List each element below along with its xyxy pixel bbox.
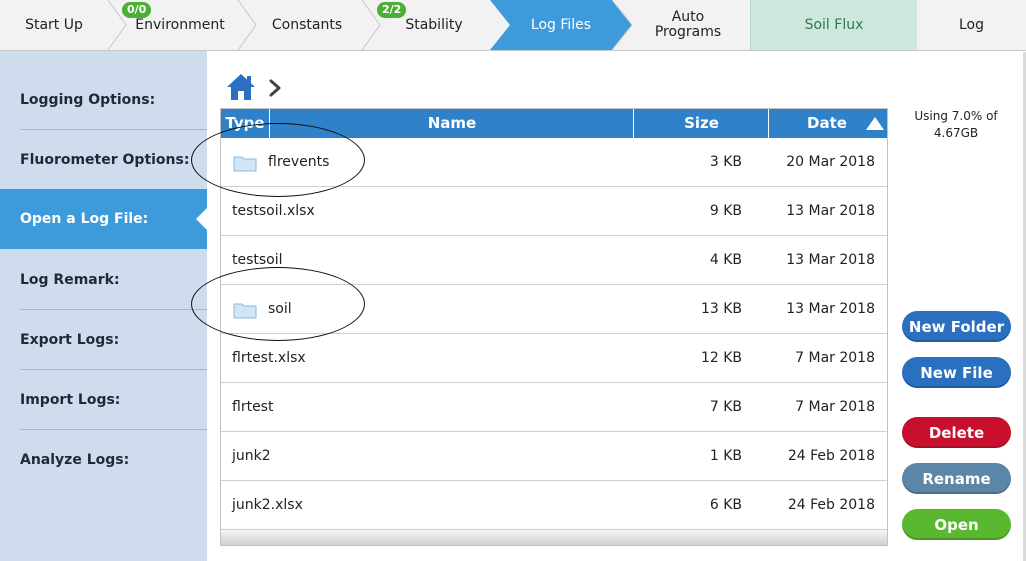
file-size: 13 KB [700, 301, 742, 317]
file-size: 3 KB [709, 154, 742, 170]
sidebar-item-label: Import Logs: [20, 392, 121, 408]
sidebar-item-logging-options[interactable]: Logging Options: [0, 70, 207, 130]
sidebar-item-label: Export Logs: [20, 332, 120, 348]
file-row[interactable]: junk2 1 KB 24 Feb 2018 [221, 432, 887, 481]
tab-soil-flux[interactable]: Soil Flux [750, 0, 917, 50]
sidebar-item-label: Log Remark: [20, 272, 120, 288]
file-name: flrtest.xlsx [232, 350, 306, 366]
file-name: flrevents [268, 154, 330, 170]
file-name: junk2.xlsx [232, 497, 303, 513]
file-row[interactable]: testsoil.xlsx 9 KB 13 Mar 2018 [221, 187, 887, 236]
sort-ascending-icon [866, 117, 884, 130]
sidebar-item-label: Analyze Logs: [20, 452, 130, 468]
file-date: 24 Feb 2018 [787, 448, 875, 464]
tab-label: Constants [271, 16, 343, 33]
new-folder-button[interactable]: New Folder [902, 311, 1011, 342]
tab-label: Auto Programs [654, 9, 722, 40]
file-table: Type Name Size Date flrevents 3 KB 20 Mar … [220, 108, 888, 546]
folder-icon [233, 156, 257, 172]
column-header-type[interactable]: Type [221, 109, 269, 138]
tab-label: Log [958, 16, 984, 33]
sidebar-item-analyze-logs[interactable]: Analyze Logs: [0, 430, 207, 490]
tab-label: Start Up [25, 16, 83, 33]
column-header-date[interactable]: Date [768, 109, 887, 138]
table-body: flrevents 3 KB 20 Mar 2018 testsoil.xlsx 9 K… [221, 138, 887, 545]
file-size: 7 KB [709, 399, 742, 415]
tab-start-up[interactable]: Start Up [0, 0, 108, 50]
file-date: 20 Mar 2018 [786, 154, 875, 170]
file-size: 9 KB [709, 203, 742, 219]
tab-label: Environment [135, 16, 225, 33]
tab-label: Stability [405, 16, 463, 33]
stability-count-badge: 2/2 [377, 2, 407, 18]
file-name: testsoil.xlsx [232, 203, 315, 219]
sidebar-item-label: Open a Log File: [20, 211, 149, 227]
file-name: junk2 [232, 448, 271, 464]
tab-auto-programs[interactable]: Auto Programs [628, 0, 748, 50]
file-size: 12 KB [700, 350, 742, 366]
environment-count-badge: 0/0 [122, 2, 152, 18]
file-date: 13 Mar 2018 [786, 203, 875, 219]
tab-constants[interactable]: Constants [250, 0, 364, 50]
scroll-fade [221, 527, 887, 545]
top-tab-bar: Start Up Environment 0/0 Constants Stabi… [0, 0, 1026, 51]
storage-usage: Using 7.0% of 4.67GB [904, 108, 1008, 142]
storage-usage-line1: Using 7.0% of [914, 109, 998, 123]
tab-label: Soil Flux [804, 16, 864, 33]
delete-button[interactable]: Delete [902, 417, 1011, 448]
file-date: 7 Mar 2018 [795, 399, 875, 415]
file-name: flrtest [232, 399, 274, 415]
tab-log[interactable]: Log [917, 0, 1026, 50]
folder-row[interactable]: soil 13 KB 13 Mar 2018 [221, 285, 887, 334]
column-header-label: Date [807, 114, 847, 132]
table-header: Type Name Size Date [221, 109, 887, 138]
open-button[interactable]: Open [902, 509, 1011, 540]
file-row[interactable]: flrtest.xlsx 12 KB 7 Mar 2018 [221, 334, 887, 383]
file-date: 7 Mar 2018 [795, 350, 875, 366]
sidebar-item-open-log-file[interactable]: Open a Log File: [0, 189, 207, 249]
new-file-button[interactable]: New File [902, 357, 1011, 388]
file-row[interactable]: testsoil 4 KB 13 Mar 2018 [221, 236, 887, 285]
storage-usage-line2: 4.67GB [933, 126, 979, 140]
file-name: soil [268, 301, 292, 317]
column-header-name[interactable]: Name [269, 109, 634, 138]
file-size: 4 KB [709, 252, 742, 268]
tab-label: Log Files [530, 16, 592, 33]
tab-log-files[interactable]: Log Files [505, 0, 617, 50]
file-row[interactable]: flrtest 7 KB 7 Mar 2018 [221, 383, 887, 432]
column-header-size[interactable]: Size [633, 109, 769, 138]
file-size: 1 KB [709, 448, 742, 464]
sidebar-item-export-logs[interactable]: Export Logs: [0, 310, 207, 370]
file-date: 13 Mar 2018 [786, 301, 875, 317]
chevron-right-icon [269, 79, 281, 97]
sidebar-item-label: Fluorometer Options: [20, 152, 190, 168]
sidebar-item-label: Logging Options: [20, 92, 156, 108]
sidebar-item-fluorometer-options[interactable]: Fluorometer Options: [0, 130, 207, 190]
folder-row[interactable]: flrevents 3 KB 20 Mar 2018 [221, 138, 887, 187]
file-date: 13 Mar 2018 [786, 252, 875, 268]
file-name: testsoil [232, 252, 283, 268]
sidebar-item-import-logs[interactable]: Import Logs: [0, 370, 207, 430]
sidebar: Logging Options: Fluorometer Options: Op… [0, 51, 207, 561]
file-date: 24 Feb 2018 [787, 497, 875, 513]
file-row[interactable]: junk2.xlsx 6 KB 24 Feb 2018 [221, 481, 887, 530]
active-indicator-arrow [196, 208, 207, 230]
folder-icon [233, 303, 257, 319]
rename-button[interactable]: Rename [902, 463, 1011, 494]
file-size: 6 KB [709, 497, 742, 513]
sidebar-item-log-remark[interactable]: Log Remark: [0, 250, 207, 310]
home-icon[interactable] [226, 72, 256, 102]
